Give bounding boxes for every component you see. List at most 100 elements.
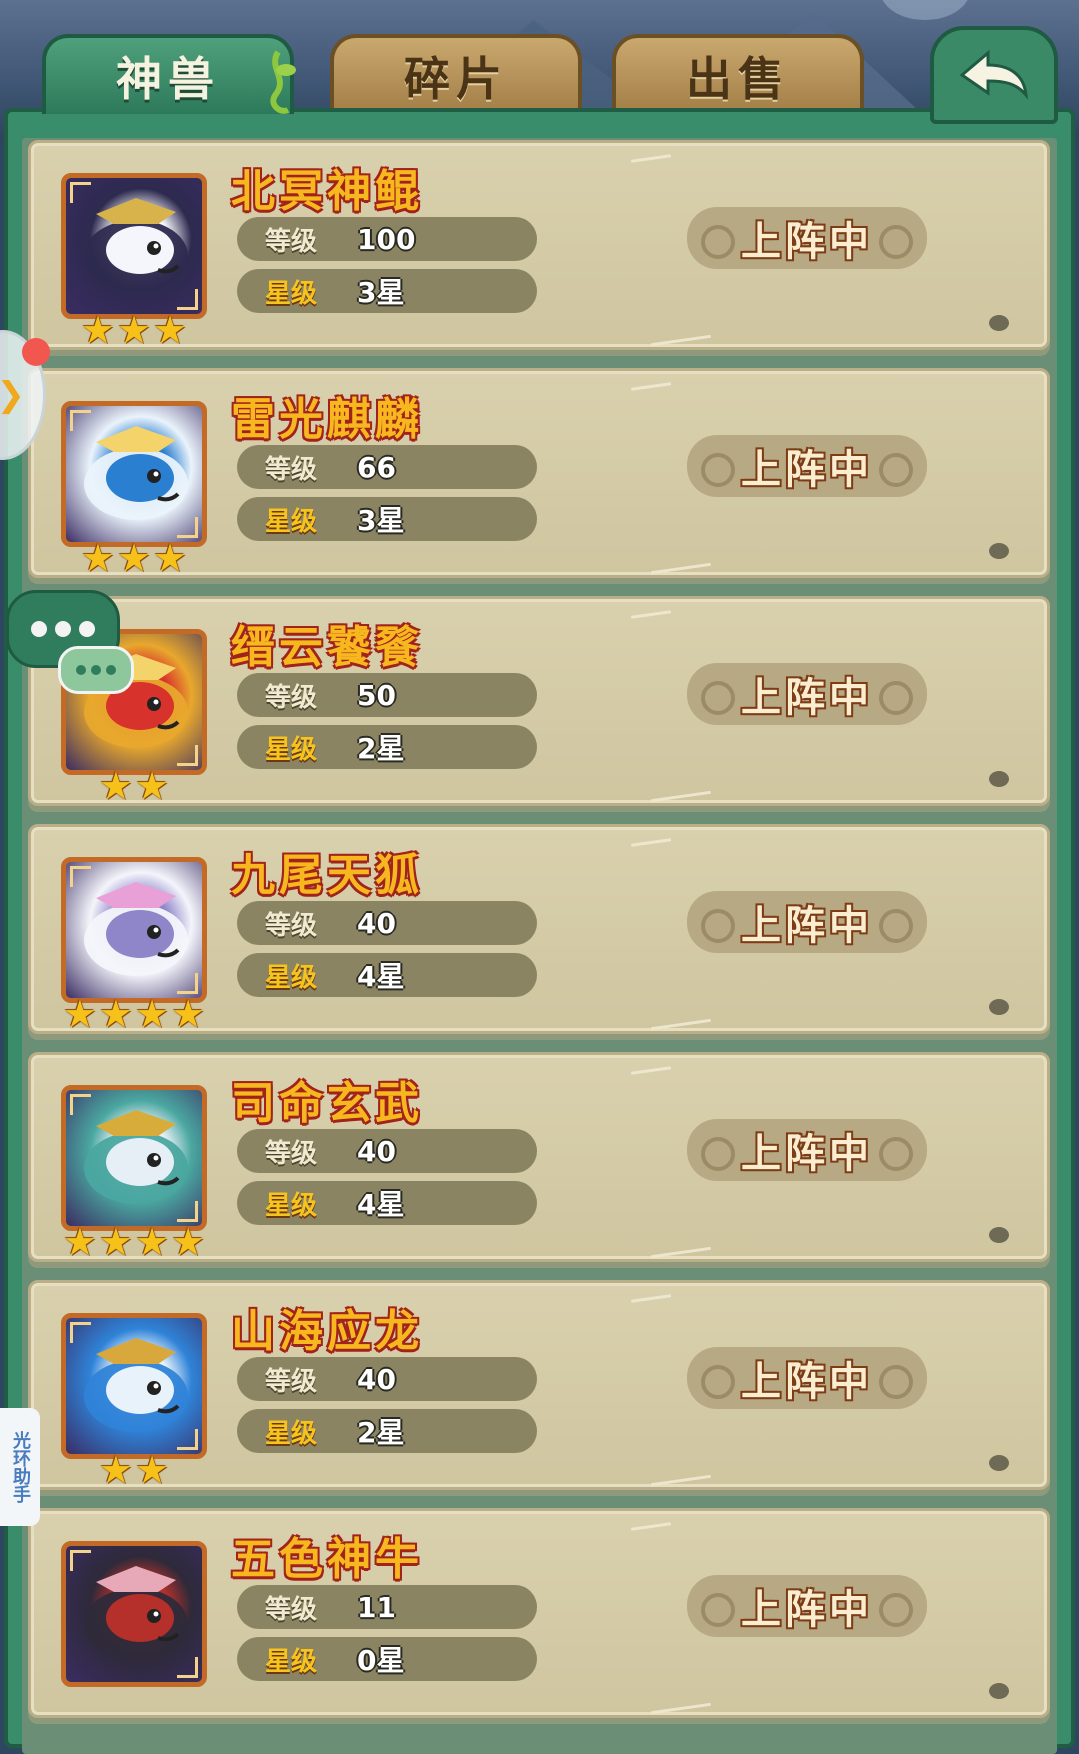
star-rating: ★ ★ ★ (61, 311, 207, 349)
tab-fragments[interactable]: 碎片 (330, 34, 582, 114)
star-row: 星级 4星 (237, 1181, 537, 1225)
star-icon: ★ (153, 536, 188, 580)
beast-portrait[interactable] (61, 1313, 207, 1459)
level-row: 等级 11 (237, 1585, 537, 1629)
level-value: 50 (357, 678, 396, 712)
star-label: 星级 (265, 1646, 318, 1677)
level-row: 等级 40 (237, 901, 537, 945)
decoration-crack (651, 334, 711, 347)
level-label: 等级 (265, 454, 318, 485)
star-label: 星级 (265, 506, 318, 537)
beast-portrait[interactable] (61, 857, 207, 1003)
level-label: 等级 (265, 226, 318, 257)
decoration-crack (651, 562, 711, 575)
deployed-button[interactable]: 上阵中 (687, 1575, 927, 1637)
level-label: 等级 (265, 1594, 318, 1625)
beast-portrait[interactable] (61, 1085, 207, 1231)
level-row: 等级 40 (237, 1129, 537, 1173)
chat-bubble-small-icon (58, 646, 134, 694)
tab-divine-beasts[interactable]: 神兽 (42, 34, 294, 114)
star-label: 星级 (265, 278, 318, 309)
level-label: 等级 (265, 1138, 318, 1169)
beast-name: 司命玄武 (231, 1078, 423, 1129)
star-label: 星级 (265, 1418, 318, 1449)
deployed-button[interactable]: 上阵中 (687, 207, 927, 269)
beast-name: 九尾天狐 (231, 850, 423, 901)
star-icon: ★ (116, 536, 152, 580)
beast-card[interactable]: ★ ★ ★ 北冥神鲲 等级 100 星级 3星 上阵中 (28, 140, 1050, 350)
level-value: 40 (357, 1362, 396, 1396)
star-icon: ★ (135, 1220, 170, 1264)
star-label: 星级 (265, 962, 318, 993)
star-icon: ★ (80, 308, 115, 352)
deployed-button[interactable]: 上阵中 (687, 1347, 927, 1409)
assistant-side-tab[interactable]: 光环助手 (0, 1408, 40, 1526)
star-value: 2星 (357, 732, 405, 765)
deployed-button[interactable]: 上阵中 (687, 435, 927, 497)
tab-sell[interactable]: 出售 (612, 34, 864, 114)
star-icon: ★ (171, 992, 206, 1036)
decoration-dot (989, 1227, 1009, 1243)
decoration-crack (630, 610, 672, 619)
star-icon: ★ (135, 1448, 170, 1492)
back-arrow-icon (959, 49, 1028, 100)
star-row: 星级 0星 (237, 1637, 537, 1681)
star-icon: ★ (98, 992, 133, 1036)
beast-card[interactable]: ★ ★ 山海应龙 等级 40 星级 2星 上阵中 (28, 1280, 1050, 1490)
star-icon: ★ (62, 992, 97, 1036)
star-icon: ★ (135, 764, 170, 808)
beast-name: 雷光麒麟 (231, 394, 423, 445)
star-icon: ★ (153, 308, 188, 352)
deployed-button[interactable]: 上阵中 (687, 891, 927, 953)
beast-card[interactable]: 五色神牛 等级 11 星级 0星 上阵中 (28, 1508, 1050, 1718)
beast-card[interactable]: ★ ★ ★ ★ 司命玄武 等级 40 星级 4星 上阵中 (28, 1052, 1050, 1262)
star-row: 星级 3星 (237, 269, 537, 313)
decoration-dot (989, 1455, 1009, 1471)
moon (880, 0, 970, 20)
beast-portrait[interactable] (61, 401, 207, 547)
star-label: 星级 (265, 1190, 318, 1221)
notification-dot (22, 338, 50, 366)
star-value: 4星 (357, 960, 405, 993)
level-value: 40 (357, 906, 396, 940)
decoration-crack (630, 1522, 672, 1531)
level-row: 等级 100 (237, 217, 537, 261)
decoration-crack (630, 1066, 672, 1075)
level-label: 等级 (265, 1366, 318, 1397)
deployed-button[interactable]: 上阵中 (687, 663, 927, 725)
star-rating: ★ ★ (61, 767, 207, 805)
star-icon: ★ (62, 1220, 97, 1264)
star-icon: ★ (80, 536, 115, 580)
star-icon: ★ (98, 1448, 133, 1492)
star-rating: ★ ★ ★ (61, 539, 207, 577)
beast-name: 五色神牛 (231, 1534, 423, 1585)
decoration-dot (989, 771, 1009, 787)
level-row: 等级 66 (237, 445, 537, 489)
decoration-crack (630, 838, 672, 847)
star-icon: ★ (171, 1220, 206, 1264)
decoration-crack (630, 1294, 672, 1303)
beast-name: 北冥神鲲 (231, 166, 423, 217)
decoration-crack (630, 154, 672, 163)
decoration-crack (651, 1702, 711, 1715)
level-label: 等级 (265, 682, 318, 713)
decoration-crack (651, 790, 711, 803)
back-button[interactable] (930, 26, 1058, 124)
level-value: 11 (357, 1590, 396, 1624)
beast-portrait[interactable] (61, 173, 207, 319)
beast-card[interactable]: ★ ★ ★ 雷光麒麟 等级 66 星级 3星 上阵中 (28, 368, 1050, 578)
decoration-crack (651, 1474, 711, 1487)
star-row: 星级 2星 (237, 1409, 537, 1453)
beast-name: 山海应龙 (231, 1306, 423, 1357)
level-value: 40 (357, 1134, 396, 1168)
beast-card[interactable]: ★ ★ ★ ★ 九尾天狐 等级 40 星级 4星 上阵中 (28, 824, 1050, 1034)
level-value: 66 (357, 450, 396, 484)
chevron-right-icon: ❯ (0, 375, 25, 415)
beast-card[interactable]: ★ ★ 缙云饕餮 等级 50 星级 2星 上阵中 (28, 596, 1050, 806)
star-value: 0星 (357, 1644, 405, 1677)
decoration-crack (651, 1018, 711, 1031)
deployed-button[interactable]: 上阵中 (687, 1119, 927, 1181)
beast-portrait[interactable] (61, 1541, 207, 1687)
vine-leaf-icon (270, 50, 296, 114)
star-value: 4星 (357, 1188, 405, 1221)
